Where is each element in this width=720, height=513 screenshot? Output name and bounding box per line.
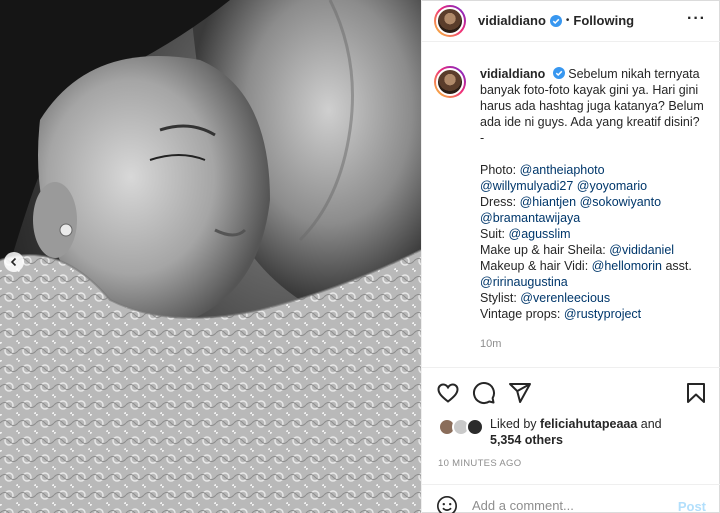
credits-list: Photo: @antheiaphoto @willymulyadi27 @yoy… [480, 162, 712, 322]
comment-bar: Post [422, 484, 720, 513]
caption-line: Sebelum nikah ternyata [568, 67, 700, 81]
credit-line: @bramantawijaya [480, 210, 712, 226]
post-side-panel: vidialdiano • Following ··· vidialdiano … [421, 0, 720, 513]
credit-line: @ririnaugustina [480, 274, 712, 290]
like-heart-icon[interactable] [436, 381, 460, 405]
credit-label: Stylist: [480, 291, 521, 305]
likes-summary: Liked by feliciahutapeaaa and 5,354 othe… [438, 416, 708, 448]
credit-label: Vintage props: [480, 307, 564, 321]
caption-line: harus ada hashtag juga katanya? Belum [480, 99, 704, 113]
following-button[interactable]: Following [573, 13, 634, 28]
caption-text: vidialdiano Sebelum nikah ternyata banya… [480, 66, 712, 322]
mention-link[interactable]: @sokowiyanto [580, 195, 661, 209]
credit-label: Photo: [480, 163, 520, 177]
verified-badge-icon [552, 67, 565, 79]
carousel-prev-button[interactable] [4, 252, 24, 272]
credit-line: Suit: @agusslim [480, 226, 712, 242]
mention-link[interactable]: @verenleecious [520, 291, 610, 305]
credit-line: Make up & hair Sheila: @vididaniel [480, 242, 712, 258]
credit-line: Photo: @antheiaphoto [480, 162, 712, 178]
comment-input[interactable] [472, 498, 672, 513]
credit-line: Stylist: @verenleecious [480, 290, 712, 306]
credit-label: Suit: [480, 227, 509, 241]
liked-by-prefix: Liked by [490, 417, 541, 431]
mention-link[interactable]: @yoyomario [577, 179, 647, 193]
liked-by-user[interactable]: feliciahutapeaaa [540, 417, 637, 431]
liker-avatars[interactable] [438, 416, 490, 438]
mention-link[interactable]: @bramantawijaya [480, 211, 580, 225]
share-send-icon[interactable] [508, 381, 532, 405]
mention-link[interactable]: @hiantjen [520, 195, 576, 209]
caption-username[interactable]: vidialdiano [480, 67, 545, 81]
mention-link[interactable]: @ririnaugustina [480, 275, 568, 289]
credit-suffix: asst. [662, 259, 692, 273]
mention-link[interactable]: @rustyproject [564, 307, 641, 321]
caption-line: banyak foto-foto kayak gini ya. Hari gin… [480, 83, 699, 97]
header-username[interactable]: vidialdiano [478, 13, 546, 28]
credit-label: Make up & hair Sheila: [480, 243, 610, 257]
mention-link[interactable]: @vididaniel [609, 243, 674, 257]
caption-time: 10m [480, 338, 502, 350]
likes-count[interactable]: 5,354 others [490, 433, 563, 447]
credit-line: Makeup & hair Vidi: @hellomorin asst. [480, 258, 712, 274]
separator-dot: • [565, 15, 570, 26]
save-bookmark-icon[interactable] [684, 381, 708, 405]
couple-photo-image [0, 0, 421, 513]
more-options-icon[interactable]: ··· [687, 10, 706, 28]
chevron-left-icon [10, 257, 17, 267]
mention-link[interactable]: @agusslim [509, 227, 571, 241]
caption-line: ada ide ni guys. Ada yang kreatif disini… [480, 115, 700, 129]
mention-link[interactable]: @hellomorin [592, 259, 662, 273]
credit-label: Makeup & hair Vidi: [480, 259, 592, 273]
caption-line: - [480, 131, 485, 145]
post-timestamp[interactable]: 10 MINUTES AGO [438, 458, 521, 469]
avatar [466, 418, 484, 436]
caption: vidialdiano Sebelum nikah ternyata banya… [434, 66, 712, 350]
caption-avatar[interactable] [434, 66, 466, 98]
comment-icon[interactable] [472, 381, 496, 405]
post-header: vidialdiano • Following ··· [422, 0, 720, 42]
mention-link[interactable]: @antheiaphoto [520, 163, 605, 177]
post-photo[interactable] [0, 0, 421, 513]
emoji-icon[interactable] [436, 495, 458, 513]
liked-by-text: Liked by feliciahutapeaaa and 5,354 othe… [490, 416, 662, 448]
credit-line: Dress: @hiantjen @sokowiyanto [480, 194, 712, 210]
credit-label: Dress: [480, 195, 520, 209]
action-bar [422, 367, 720, 413]
credit-line: Vintage props: @rustyproject [480, 306, 712, 322]
liked-by-suffix: and [637, 417, 662, 431]
post-comment-button[interactable]: Post [678, 499, 706, 513]
verified-badge-icon [549, 14, 562, 27]
credit-line: @willymulyadi27 @yoyomario [480, 178, 712, 194]
mention-link[interactable]: @willymulyadi27 [480, 179, 573, 193]
avatar[interactable] [434, 4, 466, 37]
